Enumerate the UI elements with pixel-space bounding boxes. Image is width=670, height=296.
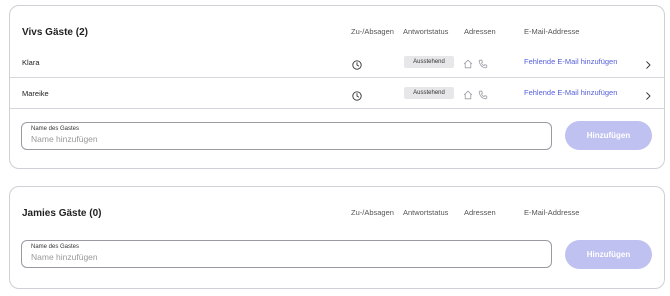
status-badge: Ausstehend bbox=[404, 87, 454, 99]
guest-name: Mareike bbox=[22, 89, 49, 98]
guest-name: Klara bbox=[22, 58, 40, 67]
column-header-response-status: Antwortstatus bbox=[403, 208, 449, 217]
add-guest-button[interactable]: Hinzufügen bbox=[565, 240, 652, 269]
guest-group-card-vivs: Vivs Gäste (2) Zu-/Absagen Antwortstatus… bbox=[9, 5, 665, 169]
add-missing-email-link[interactable]: Fehlende E-Mail hinzufügen bbox=[524, 88, 617, 97]
status-badge: Ausstehend bbox=[404, 56, 454, 68]
home-icon[interactable] bbox=[463, 56, 473, 74]
column-header-email: E-Mail-Addresse bbox=[524, 27, 580, 36]
guest-group-card-jamies: Jamies Gäste (0) Zu-/Absagen Antwortstat… bbox=[9, 186, 665, 289]
group-title: Vivs Gäste (2) bbox=[22, 27, 88, 38]
column-header-response-status: Antwortstatus bbox=[403, 27, 449, 36]
phone-icon[interactable] bbox=[478, 56, 488, 74]
guest-row[interactable]: Klara Ausstehend Fehlende E-Mail hinzufü… bbox=[10, 47, 664, 78]
guest-row[interactable]: Mareike Ausstehend Fehlende E-Mail hinzu… bbox=[10, 78, 664, 109]
guest-name-input[interactable] bbox=[31, 134, 531, 144]
guest-name-input[interactable] bbox=[31, 252, 531, 262]
group-header: Jamies Gäste (0) Zu-/Absagen Antwortstat… bbox=[10, 187, 664, 239]
clock-icon[interactable] bbox=[352, 57, 362, 75]
column-header-rsvp: Zu-/Absagen bbox=[351, 208, 394, 217]
guest-name-label: Name des Gastes bbox=[31, 126, 80, 132]
clock-icon[interactable] bbox=[352, 88, 362, 106]
chevron-right-icon[interactable] bbox=[644, 57, 652, 75]
group-title: Jamies Gäste (0) bbox=[22, 208, 102, 219]
guest-name-input-box[interactable]: Name des Gastes bbox=[21, 122, 552, 150]
add-guest-button[interactable]: Hinzufügen bbox=[565, 121, 652, 150]
add-missing-email-link[interactable]: Fehlende E-Mail hinzufügen bbox=[524, 57, 617, 66]
column-header-rsvp: Zu-/Absagen bbox=[351, 27, 394, 36]
chevron-right-icon[interactable] bbox=[644, 88, 652, 106]
phone-icon[interactable] bbox=[478, 87, 488, 105]
column-header-addresses: Adressen bbox=[464, 27, 496, 36]
guest-name-input-box[interactable]: Name des Gastes bbox=[21, 240, 552, 268]
home-icon[interactable] bbox=[463, 87, 473, 105]
column-header-email: E-Mail-Addresse bbox=[524, 208, 580, 217]
column-header-addresses: Adressen bbox=[464, 208, 496, 217]
guest-name-label: Name des Gastes bbox=[31, 244, 80, 250]
